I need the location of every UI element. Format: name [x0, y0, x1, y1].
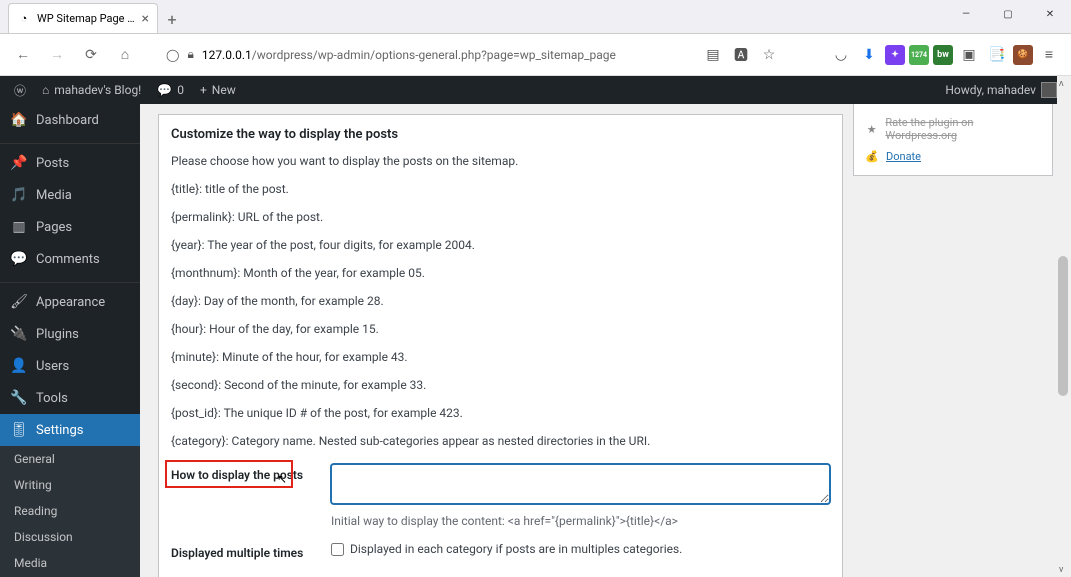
browser-tab-bar: ◔ WP Sitemap Page ‹ mahadev's × + — ▢ ✕ — [0, 0, 1071, 34]
pocket-icon[interactable]: ◡ — [829, 43, 853, 67]
scroll-down-icon[interactable]: v — [1059, 565, 1063, 575]
multiple-label: Displayed multiple times — [171, 542, 331, 560]
wp-admin-bar: ⓦ ⌂mahadev's Blog! 💬0 +New Howdy, mahade… — [0, 76, 1071, 104]
menu-appearance[interactable]: 🖌Appearance — [0, 286, 140, 318]
download-icon[interactable]: ⬇ — [857, 43, 881, 67]
menu-dashboard[interactable]: 🏠Dashboard — [0, 104, 140, 136]
donate-link[interactable]: Donate — [886, 150, 921, 163]
page-icon: ▥ — [10, 218, 28, 236]
hint-permalink: {permalink}: URL of the post. — [171, 208, 830, 226]
menu-icon[interactable]: ≡ — [1037, 43, 1061, 67]
window-minimize-button[interactable]: — — [945, 0, 987, 28]
user-icon: 👤 — [10, 357, 28, 375]
meta-rate-row: ★ Rate the plugin on Wordpress.org — [864, 112, 1042, 146]
user-menu[interactable]: Howdy, mahadev — [937, 82, 1065, 98]
section-heading: Customize the way to display the posts — [171, 127, 830, 142]
meta-sidebar: ★ Rate the plugin on Wordpress.org 💰 Don… — [853, 104, 1053, 176]
menu-posts[interactable]: 📌Posts — [0, 147, 140, 179]
hint-day: {day}: Day of the month, for example 28. — [171, 292, 830, 310]
home-button[interactable]: ⌂ — [112, 42, 138, 68]
multiple-checkbox[interactable] — [331, 543, 344, 556]
extension-icon[interactable]: 🍪 — [1013, 45, 1033, 65]
hint-monthnum: {monthnum}: Month of the year, for examp… — [171, 264, 830, 282]
reload-button[interactable]: ⟳ — [78, 42, 104, 68]
extension-icon[interactable]: 📑 — [985, 43, 1009, 67]
pin-icon: 📌 — [10, 154, 28, 172]
extension-icon[interactable]: 1274 — [909, 45, 929, 65]
donate-icon: 💰 — [864, 150, 880, 163]
plugin-icon: 🔌 — [10, 325, 28, 343]
extension-icon[interactable]: ✦ — [885, 45, 905, 65]
submenu-media[interactable]: Media — [0, 550, 140, 576]
hint-minute: {minute}: Minute of the hour, for exampl… — [171, 348, 830, 366]
translate-icon[interactable]: 🅰 — [729, 43, 753, 67]
settings-submenu: General Writing Reading Discussion Media… — [0, 446, 140, 577]
forward-button[interactable]: → — [44, 42, 70, 68]
multiple-checkbox-row[interactable]: Displayed in each category if posts are … — [331, 542, 830, 556]
hint-second: {second}: Second of the minute, for exam… — [171, 376, 830, 394]
intro-text: Please choose how you want to display th… — [171, 152, 830, 170]
extension-icon[interactable]: bw — [933, 45, 953, 65]
tab-title: WP Sitemap Page ‹ mahadev's — [37, 12, 136, 25]
address-bar[interactable]: ◯ 🔒︎ 127.0.0.1/wordpress/wp-admin/option… — [146, 47, 693, 62]
window-close-button[interactable]: ✕ — [1029, 0, 1071, 28]
scrollbar[interactable]: ʌ v — [1057, 76, 1071, 577]
meta-donate-row: 💰 Donate — [864, 146, 1042, 167]
display-posts-textarea[interactable] — [331, 464, 830, 504]
tab-close-icon[interactable]: × — [142, 11, 149, 27]
submenu-writing[interactable]: Writing — [0, 472, 140, 498]
window-maximize-button[interactable]: ▢ — [987, 0, 1029, 28]
submenu-general[interactable]: General — [0, 446, 140, 472]
main-content: ★ Rate the plugin on Wordpress.org 💰 Don… — [140, 104, 1071, 577]
extension-icon[interactable]: ▣ — [957, 43, 981, 67]
menu-media[interactable]: 🎵Media — [0, 179, 140, 211]
tab-favicon: ◔ — [17, 12, 31, 26]
menu-users[interactable]: 👤Users — [0, 350, 140, 382]
browser-tab[interactable]: ◔ WP Sitemap Page ‹ mahadev's × — [8, 3, 158, 33]
plus-icon: + — [200, 83, 207, 97]
brush-icon: 🖌 — [10, 293, 28, 311]
comment-icon: 💬 — [10, 250, 28, 268]
wp-logo-menu[interactable]: ⓦ — [6, 76, 34, 104]
display-posts-help: Initial way to display the content: <a h… — [331, 514, 830, 528]
media-icon: 🎵 — [10, 186, 28, 204]
wrench-icon: 🔧 — [10, 389, 28, 407]
menu-pages[interactable]: ▥Pages — [0, 211, 140, 243]
comment-icon: 💬 — [157, 83, 172, 97]
menu-comments[interactable]: 💬Comments — [0, 243, 140, 275]
hint-year: {year}: The year of the post, four digit… — [171, 236, 830, 254]
submenu-discussion[interactable]: Discussion — [0, 524, 140, 550]
dashboard-icon: 🏠 — [10, 111, 28, 129]
avatar — [1041, 82, 1057, 98]
wordpress-icon: ⓦ — [14, 82, 26, 99]
reader-icon[interactable]: ▤ — [701, 43, 725, 67]
rate-link[interactable]: Rate the plugin on Wordpress.org — [885, 116, 1042, 142]
submenu-reading[interactable]: Reading — [0, 498, 140, 524]
menu-plugins[interactable]: 🔌Plugins — [0, 318, 140, 350]
back-button[interactable]: ← — [10, 42, 36, 68]
comments-menu[interactable]: 💬0 — [149, 76, 192, 104]
admin-sidebar: 🏠Dashboard 📌Posts 🎵Media ▥Pages 💬Comment… — [0, 104, 140, 577]
customize-posts-box: Customize the way to display the posts P… — [158, 114, 843, 577]
hint-postid: {post_id}: The unique ID # of the post, … — [171, 404, 830, 422]
menu-settings[interactable]: 🎚Settings — [0, 414, 140, 446]
lock-icon: 🔒︎ — [187, 47, 193, 62]
settings-icon: 🎚 — [10, 421, 28, 439]
hint-category: {category}: Category name. Nested sub-ca… — [171, 432, 830, 450]
site-name-menu[interactable]: ⌂mahadev's Blog! — [34, 76, 149, 104]
star-icon: ★ — [864, 123, 879, 136]
browser-toolbar: ← → ⟳ ⌂ ◯ 🔒︎ 127.0.0.1/wordpress/wp-admi… — [0, 34, 1071, 76]
hint-hour: {hour}: Hour of the day, for example 15. — [171, 320, 830, 338]
scroll-thumb[interactable] — [1058, 256, 1068, 396]
bookmark-star-icon[interactable]: ☆ — [757, 43, 781, 67]
scroll-up-icon[interactable]: ʌ — [1059, 78, 1064, 89]
shield-icon: ◯ — [166, 48, 179, 62]
new-tab-button[interactable]: + — [158, 5, 186, 33]
new-content-menu[interactable]: +New — [192, 76, 244, 104]
menu-tools[interactable]: 🔧Tools — [0, 382, 140, 414]
hint-title: {title}: title of the post. — [171, 180, 830, 198]
home-icon: ⌂ — [42, 83, 49, 97]
display-posts-label: How to display the posts — [171, 464, 331, 528]
